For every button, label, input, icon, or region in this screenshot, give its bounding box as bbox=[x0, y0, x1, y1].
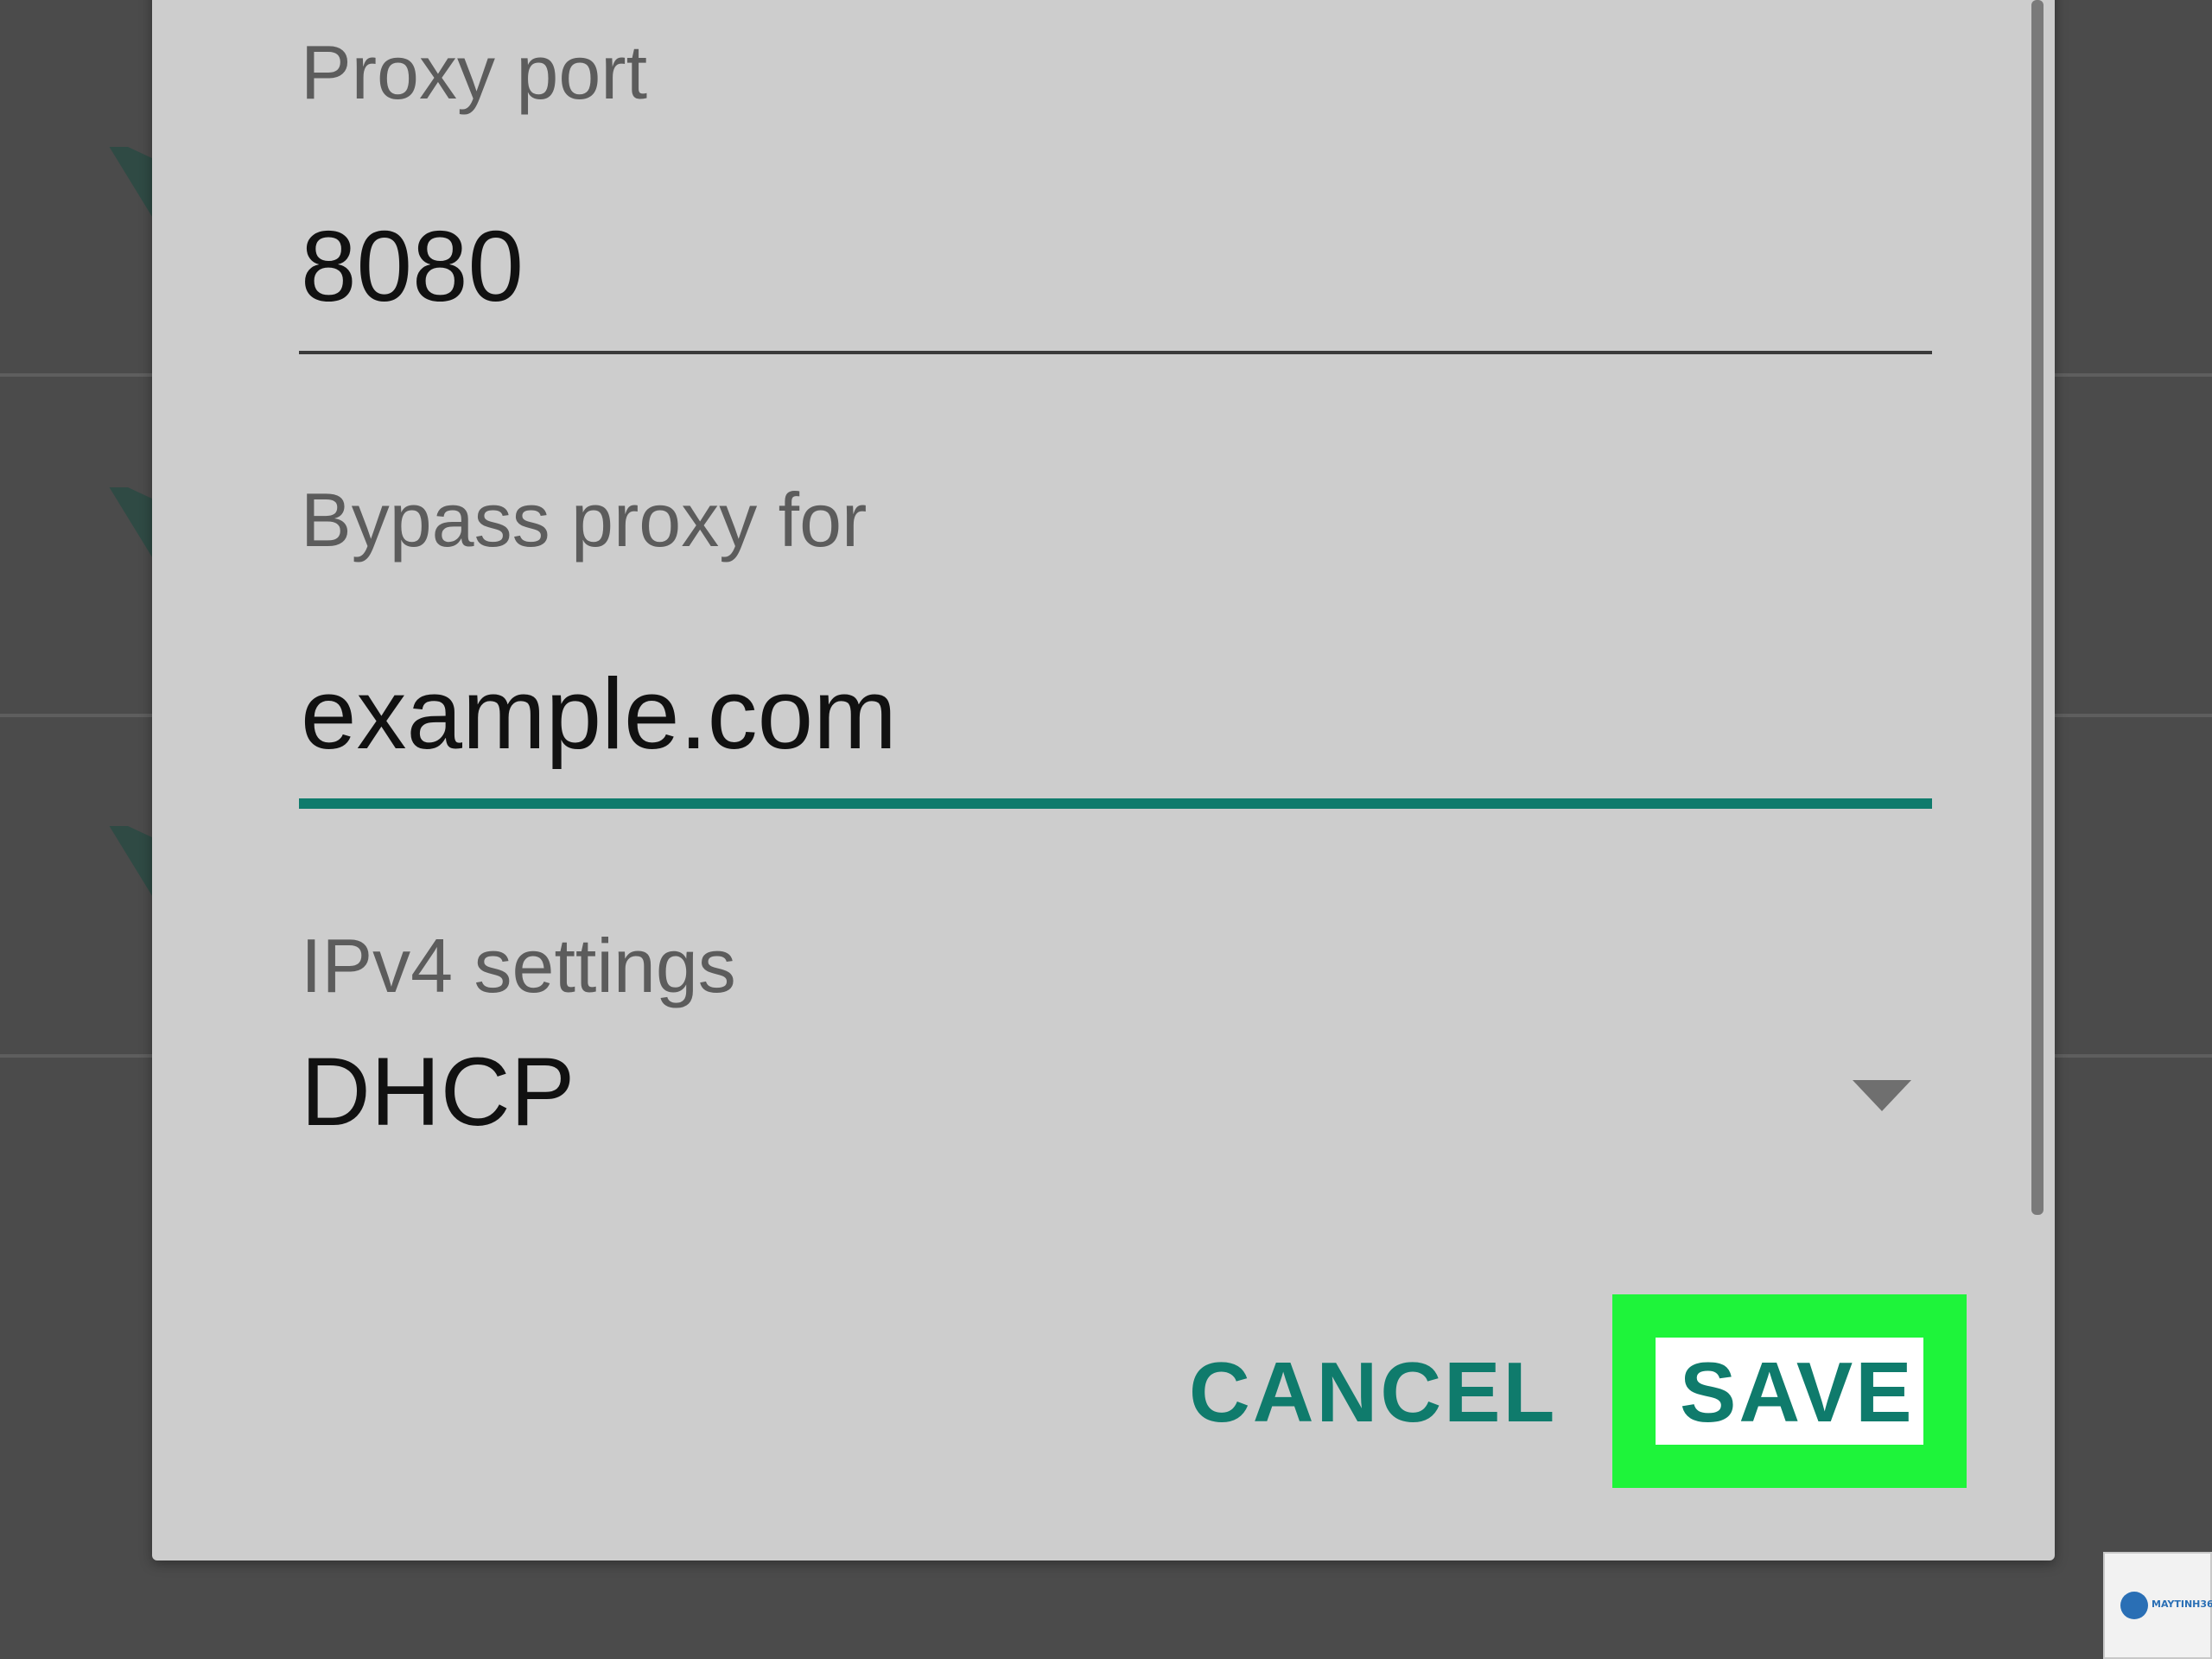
wifi-icon bbox=[102, 826, 154, 904]
proxy-port-underline bbox=[299, 351, 1932, 354]
watermark-text: MAYTINH365 bbox=[2152, 1599, 2212, 1610]
computer-icon bbox=[2120, 1592, 2148, 1619]
ipv4-settings-selected: DHCP bbox=[301, 1038, 575, 1146]
cancel-button[interactable]: CANCEL bbox=[1189, 1350, 1557, 1434]
proxy-port-input[interactable]: 8080 bbox=[301, 216, 524, 316]
bypass-proxy-input[interactable]: example.com bbox=[301, 664, 897, 764]
save-button[interactable]: SAVE bbox=[1680, 1350, 1915, 1434]
ipv4-settings-label: IPv4 settings bbox=[301, 923, 736, 1008]
watermark-logo: MAYTINH365 bbox=[2103, 1552, 2212, 1659]
wifi-icon bbox=[102, 147, 154, 225]
ipv4-settings-dropdown[interactable]: DHCP bbox=[299, 1037, 1932, 1149]
dialog-scrollbar[interactable] bbox=[2031, 0, 2044, 1215]
bypass-proxy-underline-focused bbox=[299, 798, 1932, 809]
proxy-port-label: Proxy port bbox=[301, 29, 648, 115]
dropdown-arrow-icon[interactable] bbox=[1853, 1080, 1911, 1111]
bypass-proxy-label: Bypass proxy for bbox=[301, 477, 868, 563]
wifi-icon bbox=[102, 487, 154, 565]
